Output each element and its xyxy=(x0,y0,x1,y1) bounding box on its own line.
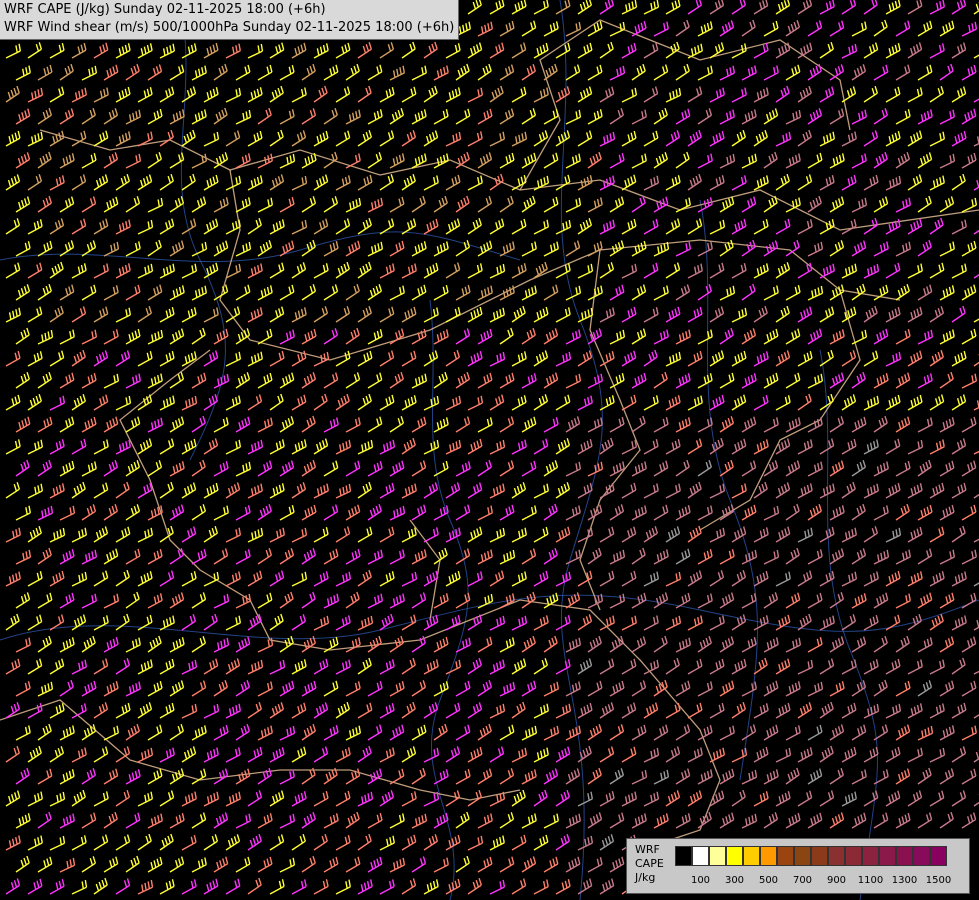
cape-legend: WRF CAPE J/kg 100 300 500 700 900 1100 1300 150… xyxy=(626,838,970,894)
legend-tick-label: 700 xyxy=(792,875,813,886)
legend-tick-label: 300 xyxy=(724,875,745,886)
legend-swatch xyxy=(675,846,692,866)
legend-swatch xyxy=(794,846,811,866)
legend-swatch xyxy=(760,846,777,866)
legend-param-label: CAPE xyxy=(635,857,664,870)
legend-model-label: WRF xyxy=(635,843,660,856)
legend-swatch xyxy=(709,846,726,866)
legend-tick-label: 1100 xyxy=(857,875,884,886)
legend-tick-label: 100 xyxy=(690,875,711,886)
legend-tick-label: 1500 xyxy=(925,875,952,886)
map-title: WRF CAPE (J/kg) Sunday 02-11-2025 18:00 … xyxy=(0,0,460,40)
legend-tick-label: 1300 xyxy=(891,875,918,886)
title-cape: WRF CAPE (J/kg) Sunday 02-11-2025 18:00 … xyxy=(4,2,326,17)
legend-swatch xyxy=(811,846,828,866)
legend-swatch xyxy=(845,846,862,866)
legend-swatch xyxy=(692,846,709,866)
legend-swatch xyxy=(879,846,896,866)
legend-swatch xyxy=(743,846,760,866)
legend-swatch xyxy=(862,846,879,866)
legend-swatch xyxy=(896,846,913,866)
legend-tick-label: 500 xyxy=(758,875,779,886)
legend-swatch xyxy=(777,846,794,866)
legend-swatch xyxy=(828,846,845,866)
title-wind-shear: WRF Wind shear (m/s) 500/1000hPa Sunday … xyxy=(4,20,455,35)
legend-swatch xyxy=(913,846,930,866)
legend-tick-label: 900 xyxy=(826,875,847,886)
legend-unit-label: J/kg xyxy=(635,871,656,884)
legend-swatch xyxy=(930,846,947,866)
legend-swatch xyxy=(726,846,743,866)
map-canvas xyxy=(0,0,979,900)
